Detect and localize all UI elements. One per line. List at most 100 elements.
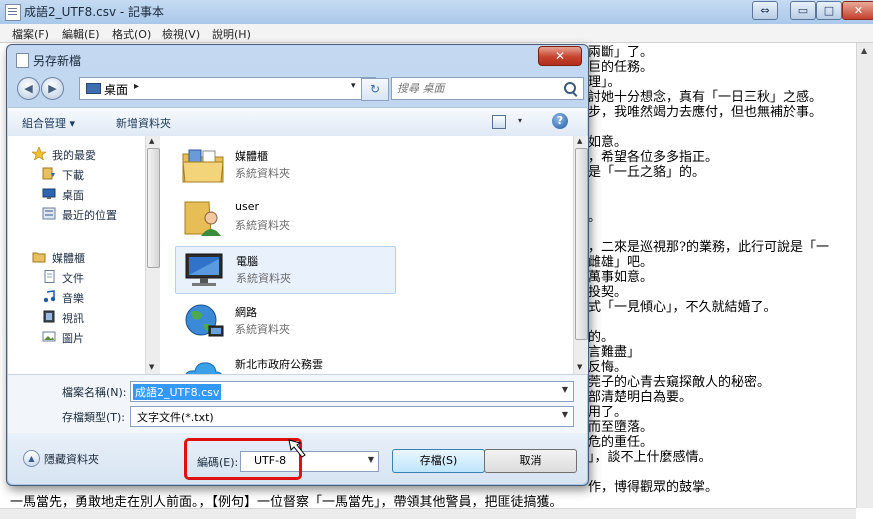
- cancel-button[interactable]: 取消: [484, 449, 577, 473]
- computer-icon: [185, 253, 223, 286]
- file-name: user: [235, 200, 259, 213]
- nav-label: 圖片: [62, 332, 84, 345]
- music-icon: [43, 290, 56, 303]
- file-type: 系統資料夾: [235, 323, 290, 336]
- nav-label: 我的最愛: [52, 149, 96, 162]
- menu-format[interactable]: 格式(O): [112, 26, 151, 42]
- notepad-icon: [5, 4, 21, 21]
- text-line: 部清楚明白為要。: [588, 390, 693, 405]
- file-name: 電腦: [236, 255, 258, 268]
- scroll-down-icon[interactable]: ▼: [577, 363, 582, 371]
- text-line: 。: [588, 210, 602, 225]
- recent-places-icon: [42, 207, 56, 220]
- file-item-network[interactable]: 網路 系統資料夾: [175, 298, 394, 344]
- filetype-value: 文字文件(*.txt): [137, 411, 214, 424]
- nav-libraries[interactable]: 媒體櫃: [32, 248, 160, 266]
- text-line: 」，談不上什麼感情。: [588, 450, 712, 465]
- library-icon: [32, 252, 46, 263]
- restore-icon[interactable]: ⇔: [752, 1, 778, 20]
- menu-help[interactable]: 說明(H): [212, 26, 251, 42]
- filetype-label: 存檔類型(T):: [62, 411, 126, 424]
- chevron-down-icon[interactable]: ▼: [562, 385, 568, 394]
- file-item-libraries[interactable]: 媒體櫃 系統資料夾: [175, 142, 394, 188]
- scroll-up-icon[interactable]: ▲: [861, 46, 867, 55]
- file-name: 新北市政府公務雲: [235, 358, 323, 371]
- text-line: 而至墮落。: [588, 420, 654, 435]
- dialog-title: 另存新檔: [33, 54, 82, 68]
- chevron-down-icon[interactable]: ▼: [562, 410, 568, 419]
- file-list-pane: 媒體櫃 系統資料夾 user 系統資料夾 電腦 系統資料夾 網路 系統資料夾 新…: [160, 136, 573, 374]
- refresh-button[interactable]: ↻: [361, 78, 389, 101]
- text-line: 用了。: [588, 405, 628, 420]
- text-line: 討她十分想念，真有「一日三秋」之感。: [588, 90, 823, 105]
- menu-file[interactable]: 檔案(F): [12, 26, 49, 42]
- navigation-scrollbar[interactable]: ▲ ▼: [145, 136, 160, 374]
- user-folder-icon: [184, 201, 221, 236]
- file-item-cloud[interactable]: 新北市政府公務雲 系統資料夾: [175, 350, 394, 374]
- file-list-scrollbar[interactable]: ▲ ▼: [573, 136, 588, 374]
- views-dropdown-icon[interactable]: ▾: [518, 116, 522, 125]
- text-line: 式「一見傾心」，不久就結婚了。: [588, 300, 777, 315]
- address-bar[interactable]: 桌面 ▸ ▾: [79, 77, 376, 100]
- text-line: 言難盡」: [588, 345, 641, 360]
- chevron-right-icon[interactable]: ▸: [134, 81, 139, 92]
- file-item-computer[interactable]: 電腦 系統資料夾: [175, 246, 396, 294]
- chevron-down-icon[interactable]: ▾: [351, 81, 356, 91]
- save-button[interactable]: 存檔(S): [392, 449, 485, 473]
- dialog-icon: [16, 53, 29, 68]
- file-name: 媒體櫃: [235, 150, 268, 163]
- notepad-title-bar: 成語2_UTF8.csv - 記事本 ⇔ ▭ □ ✕: [0, 0, 873, 24]
- search-input[interactable]: [397, 80, 557, 96]
- desktop-icon: [42, 188, 56, 199]
- new-folder-button[interactable]: 新增資料夾: [116, 115, 171, 131]
- nav-label: 最近的位置: [62, 209, 117, 222]
- dialog-close-button[interactable]: ✕: [538, 46, 582, 66]
- close-window-button[interactable]: ✕: [842, 1, 873, 20]
- scroll-up-icon[interactable]: ▲: [577, 137, 582, 145]
- video-icon: [43, 310, 55, 323]
- file-type: 系統資料夾: [236, 272, 291, 285]
- forward-button[interactable]: ▶: [41, 77, 64, 100]
- filename-input[interactable]: 成語2_UTF8.csv ▼: [130, 381, 574, 402]
- help-button[interactable]: ?: [552, 113, 568, 129]
- scroll-thumb[interactable]: [575, 148, 588, 340]
- scroll-thumb[interactable]: [147, 148, 160, 268]
- search-box[interactable]: [391, 77, 584, 100]
- editor-vertical-scrollbar[interactable]: ▲: [856, 43, 873, 508]
- views-icon[interactable]: [492, 115, 506, 129]
- highlight-annotation: [184, 438, 302, 480]
- filename-label: 檔案名稱(N):: [62, 386, 127, 399]
- text-line: 步，我唯然竭力去應付，但也無補於事。: [588, 105, 823, 120]
- address-location[interactable]: 桌面: [104, 81, 128, 98]
- menu-edit[interactable]: 編輯(E): [62, 26, 100, 42]
- filetype-select[interactable]: 文字文件(*.txt) ▼: [130, 406, 574, 427]
- navigation-pane: 我的最愛 下載 桌面 最近的位置 媒體櫃 文件 音樂 視訊 圖片: [8, 136, 145, 374]
- text-line: 一馬當先，勇敢地走在別人前面。，【例句】一位督察「一馬當先」，帶領其他警員，把匪…: [10, 495, 563, 508]
- hide-folders-label[interactable]: 隱藏資料夾: [44, 451, 99, 467]
- menu-view[interactable]: 檢視(V): [162, 26, 200, 42]
- chevron-up-icon[interactable]: ▲: [23, 450, 40, 467]
- file-type: 系統資料夾: [235, 167, 290, 180]
- text-line: 投契。: [588, 285, 628, 300]
- text-line: 危的重任。: [588, 435, 654, 450]
- library-folder-icon: [182, 149, 224, 183]
- dialog-toolbar: 組合管理 ▾ 新增資料夾 ▾ ?: [8, 107, 587, 137]
- network-globe-icon: [185, 304, 224, 337]
- organize-button[interactable]: 組合管理 ▾: [22, 115, 75, 131]
- filename-value[interactable]: 成語2_UTF8.csv: [133, 384, 222, 400]
- pictures-icon: [42, 331, 56, 342]
- nav-favorites[interactable]: 我的最愛: [32, 145, 160, 163]
- scroll-down-icon[interactable]: ▼: [149, 363, 154, 371]
- text-line: 雌雄」吧。: [588, 255, 654, 270]
- cloud-drive-icon: [185, 362, 222, 374]
- chevron-down-icon[interactable]: ▼: [368, 455, 374, 464]
- minimize-button[interactable]: ▭: [790, 1, 816, 20]
- search-icon[interactable]: [564, 82, 576, 94]
- text-line: 的。: [588, 330, 615, 345]
- file-item-user[interactable]: user 系統資料夾: [175, 194, 394, 240]
- back-button[interactable]: ◀: [17, 77, 40, 100]
- menu-bar: 檔案(F) 編輯(E) 格式(O) 檢視(V) 說明(H): [0, 24, 873, 43]
- maximize-button[interactable]: □: [816, 1, 842, 20]
- editor-horizontal-scrollbar[interactable]: [0, 508, 856, 519]
- scroll-up-icon[interactable]: ▲: [149, 137, 154, 145]
